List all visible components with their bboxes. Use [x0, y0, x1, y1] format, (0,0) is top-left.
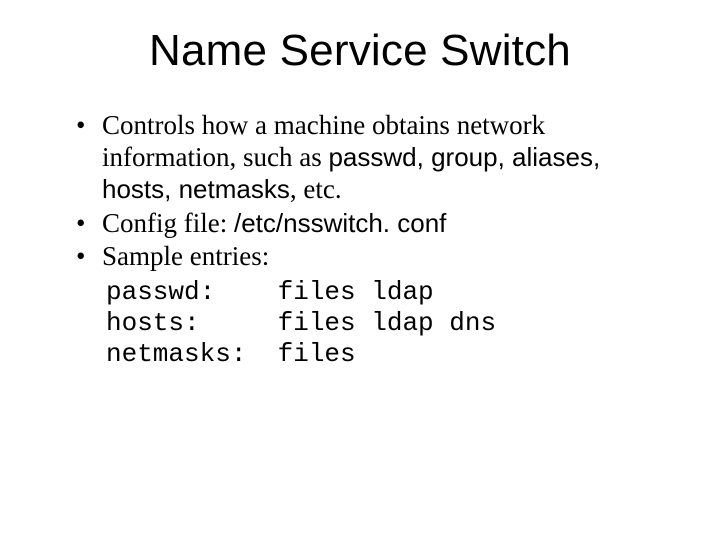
- bullet-2-text-a: Config file:: [102, 208, 234, 238]
- bullet-item-2: Config file: /etc/nsswitch. conf: [76, 208, 664, 240]
- bullet-1-text-b: , etc.: [290, 174, 342, 204]
- slide-title: Name Service Switch: [56, 26, 664, 76]
- bullet-3-text: Sample entries:: [102, 241, 269, 271]
- bullet-list: Controls how a machine obtains network i…: [56, 110, 664, 273]
- bullet-2-code: /etc/nsswitch. conf: [234, 208, 446, 238]
- bullet-item-3: Sample entries:: [76, 241, 664, 273]
- sample-entries-block: passwd: files ldap hosts: files ldap dns…: [106, 277, 664, 369]
- bullet-item-1: Controls how a machine obtains network i…: [76, 110, 664, 206]
